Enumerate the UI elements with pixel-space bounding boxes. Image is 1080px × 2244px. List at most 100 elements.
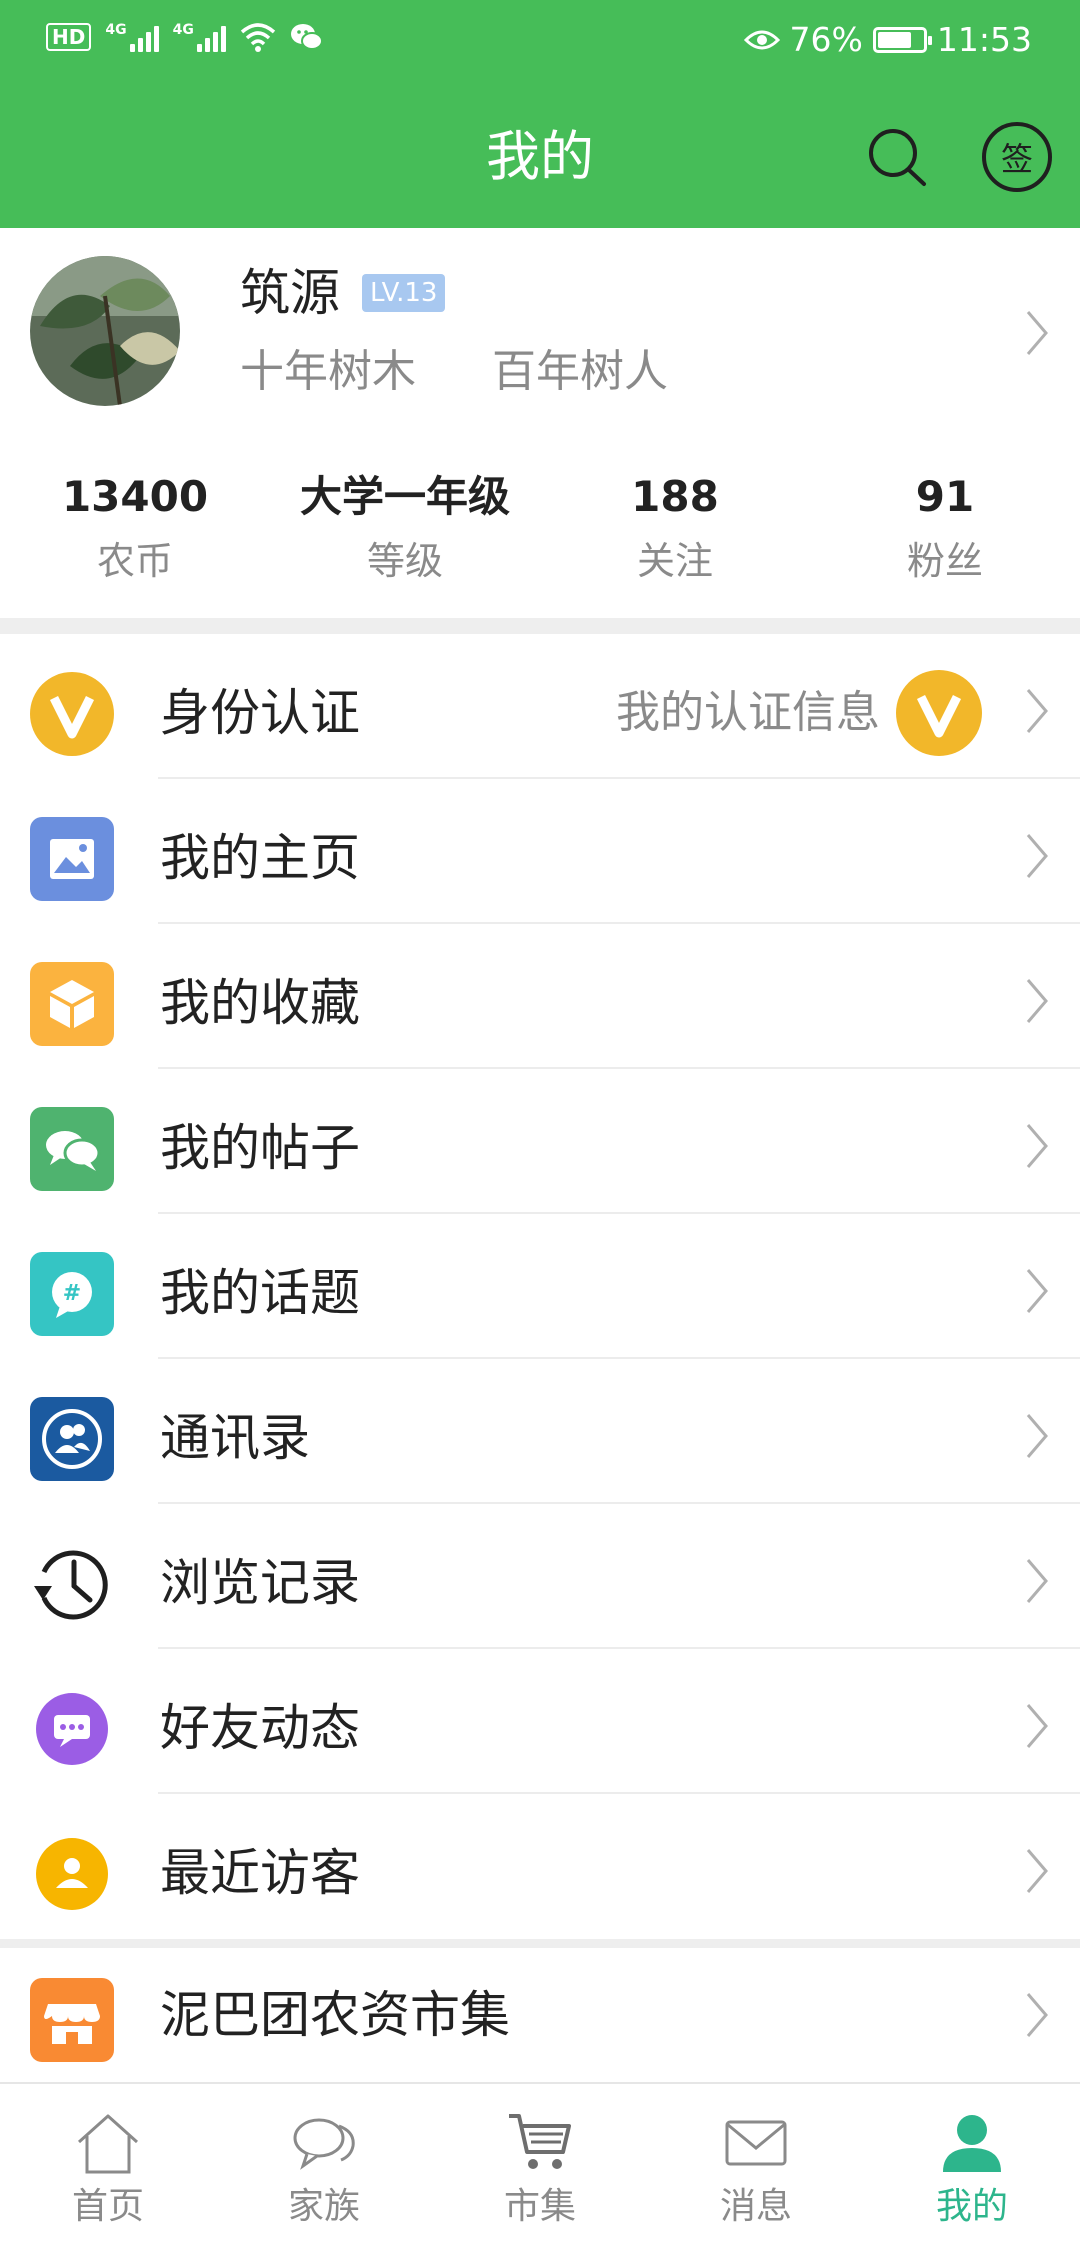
- person-icon: [943, 2115, 1001, 2172]
- chevron-right-icon: [1026, 1124, 1048, 1168]
- level-badge: LV.13: [362, 274, 446, 312]
- bottom-tab-bar: 首页 家族 市集 消息 我的: [0, 2082, 1080, 2244]
- chevron-right-icon: [1026, 1993, 1048, 2037]
- menu-item-homepage[interactable]: 我的主页: [0, 779, 1080, 924]
- cart-icon: [509, 2114, 571, 2169]
- tab-market[interactable]: 市集: [432, 2084, 648, 2244]
- check-in-label: 签: [1000, 140, 1033, 178]
- wifi-icon: [240, 23, 275, 52]
- menu-item-market[interactable]: 泥巴团农资市集: [0, 1948, 1080, 2082]
- signal-icon: 4G: [173, 22, 226, 52]
- profile-card[interactable]: 筑源 LV.13 十年树木 百年树人 13400 农币 大学一年级 等级 188…: [0, 228, 1080, 618]
- menu-item-identity[interactable]: 身份认证 我的认证信息: [0, 634, 1080, 779]
- stat-value: 13400: [61, 472, 209, 521]
- stat-followers[interactable]: 91 粉丝: [810, 468, 1080, 590]
- chevron-right-icon: [1026, 689, 1048, 733]
- check-in-button[interactable]: 签: [982, 122, 1052, 192]
- search-button[interactable]: [862, 122, 932, 192]
- message-dots-icon: [36, 1693, 108, 1765]
- tab-family[interactable]: 家族: [216, 2084, 432, 2244]
- history-clock-icon: [34, 1550, 108, 1620]
- stat-label: 等级: [366, 539, 443, 583]
- box-icon: [30, 962, 114, 1046]
- wechat-icon: [290, 24, 323, 50]
- stat-label: 关注: [636, 539, 713, 583]
- menu-item-label: 我的收藏: [160, 974, 360, 1032]
- stat-label: 粉丝: [906, 539, 983, 583]
- battery-percent: 76%: [789, 20, 863, 59]
- username: 筑源: [240, 264, 340, 322]
- stat-following[interactable]: 188 关注: [540, 468, 810, 590]
- stat-coins[interactable]: 13400 农币: [0, 468, 270, 590]
- menu-item-contacts[interactable]: 通讯录: [0, 1359, 1080, 1504]
- clock-time: 11:53: [936, 20, 1032, 59]
- tab-label: 我的: [935, 2186, 1008, 2227]
- chevron-right-icon: [1026, 311, 1048, 355]
- stat-value: 大学一年级: [299, 472, 510, 521]
- menu-item-friend-feed[interactable]: 好友动态: [0, 1649, 1080, 1794]
- motto-second: 百年树人: [492, 346, 668, 397]
- status-right: 76% 11:53: [743, 20, 1032, 59]
- menu-item-label: 我的话题: [160, 1264, 360, 1322]
- mail-icon: [725, 2120, 787, 2166]
- stat-value: 91: [915, 472, 975, 521]
- menu-item-favorites[interactable]: 我的收藏: [0, 924, 1080, 1069]
- chevron-right-icon: [1026, 1559, 1048, 1603]
- picture-icon: [30, 817, 114, 901]
- visitor-person-icon: [36, 1838, 108, 1910]
- stat-level[interactable]: 大学一年级 等级: [270, 468, 540, 590]
- chevron-right-icon: [1026, 1269, 1048, 1313]
- signal-icon: 4G: [105, 22, 159, 52]
- chat-icon: [293, 2118, 355, 2170]
- hashtag-bubble-icon: #: [30, 1252, 114, 1336]
- eye-comfort-icon: [743, 30, 780, 49]
- menu-list: 身份认证 我的认证信息 我的主页 我的收藏 我的帖子 # 我的话题 通讯录 浏览…: [0, 634, 1080, 1939]
- hd-indicator: HD: [46, 23, 92, 51]
- tab-mine[interactable]: 我的: [864, 2084, 1080, 2244]
- status-bar: HD 4G 4G 76% 11:53: [0, 0, 1080, 86]
- chevron-right-icon: [1026, 979, 1048, 1023]
- tab-label: 市集: [503, 2186, 576, 2227]
- chat-bubbles-icon: [30, 1107, 114, 1191]
- tab-messages[interactable]: 消息: [648, 2084, 864, 2244]
- menu-item-label: 我的帖子: [160, 1119, 360, 1177]
- tab-label: 首页: [71, 2186, 144, 2227]
- menu-item-topics[interactable]: # 我的话题: [0, 1214, 1080, 1359]
- avatar[interactable]: [30, 256, 180, 406]
- menu-item-label: 我的主页: [160, 829, 360, 887]
- menu-item-history[interactable]: 浏览记录: [0, 1504, 1080, 1649]
- avatar-image: [30, 256, 180, 406]
- stat-value: 188: [631, 472, 719, 521]
- stat-label: 农币: [96, 539, 173, 583]
- menu-item-label: 身份认证: [160, 684, 360, 742]
- svg-text:#: #: [63, 1281, 81, 1306]
- tab-home[interactable]: 首页: [0, 2084, 216, 2244]
- menu-item-label: 泥巴团农资市集: [160, 1986, 510, 2044]
- menu-item-label: 通讯录: [160, 1409, 310, 1467]
- home-icon: [77, 2114, 139, 2174]
- app-header: 我的 签: [0, 86, 1080, 228]
- verification-info-text: 我的认证信息: [616, 687, 880, 738]
- menu-item-label: 最近访客: [160, 1844, 360, 1902]
- verified-v-icon: [896, 670, 982, 756]
- motto-first: 十年树木: [240, 346, 416, 397]
- store-icon: [30, 1978, 114, 2062]
- network-type-2: 4G: [172, 22, 194, 38]
- verified-v-icon: [30, 672, 114, 756]
- tab-label: 消息: [719, 2186, 792, 2227]
- chevron-right-icon: [1026, 1849, 1048, 1893]
- search-icon: [869, 129, 926, 186]
- menu-item-visitors[interactable]: 最近访客: [0, 1794, 1080, 1939]
- section-divider: [0, 618, 1080, 634]
- chevron-right-icon: [1026, 834, 1048, 878]
- menu-item-label: 浏览记录: [160, 1554, 360, 1612]
- status-indicators: HD 4G 4G: [46, 22, 324, 52]
- profile-stats: 13400 农币 大学一年级 等级 188 关注 91 粉丝: [0, 468, 1080, 598]
- chevron-right-icon: [1026, 1704, 1048, 1748]
- network-type-1: 4G: [105, 22, 127, 38]
- battery-icon: [872, 26, 932, 53]
- tab-label: 家族: [287, 2186, 360, 2227]
- menu-item-posts[interactable]: 我的帖子: [0, 1069, 1080, 1214]
- contacts-icon: [30, 1397, 114, 1481]
- chevron-right-icon: [1026, 1414, 1048, 1458]
